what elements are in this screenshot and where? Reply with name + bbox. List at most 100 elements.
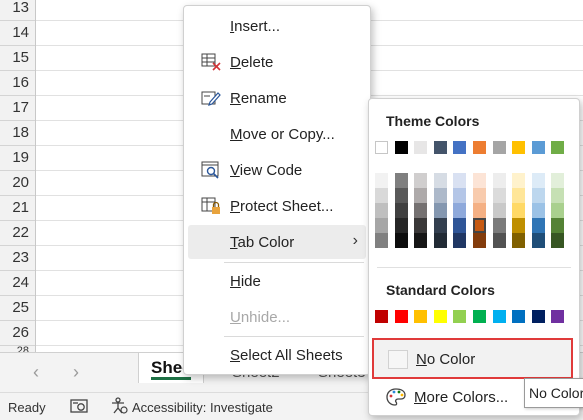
theme-shade-swatch[interactable] [492, 203, 506, 218]
theme-shade-swatch[interactable] [512, 233, 526, 248]
theme-shade-swatch[interactable] [375, 203, 388, 218]
theme-shade-swatch[interactable] [414, 233, 428, 248]
theme-shade-swatch[interactable] [551, 233, 565, 248]
row-header[interactable]: 19 [0, 146, 35, 171]
view-code-icon [201, 161, 221, 179]
row-header[interactable]: 26 [0, 321, 35, 346]
accessibility-status[interactable]: Accessibility: Investigate [132, 400, 273, 415]
theme-shade-swatch[interactable] [551, 203, 565, 218]
menu-item-hide[interactable]: Hide [188, 264, 366, 298]
theme-shade-swatch[interactable] [414, 203, 428, 218]
theme-shade-swatch[interactable] [375, 173, 388, 188]
theme-shade-swatch[interactable] [433, 173, 447, 188]
row-header[interactable]: 13 [0, 0, 35, 21]
theme-shade-swatch[interactable] [492, 188, 506, 203]
no-color-option[interactable]: No Color [372, 338, 573, 379]
theme-shade-swatch[interactable] [453, 188, 467, 203]
theme-shade-swatch[interactable] [433, 233, 447, 248]
theme-shade-swatch[interactable] [414, 173, 428, 188]
theme-shade-swatch[interactable] [531, 188, 545, 203]
theme-shade-swatch[interactable] [375, 233, 388, 248]
row-header[interactable]: 23 [0, 246, 35, 271]
row-header[interactable]: 22 [0, 221, 35, 246]
menu-item-select-all-sheets[interactable]: Select All Sheets [188, 338, 366, 372]
theme-shade-swatch[interactable] [492, 173, 506, 188]
theme-shade-swatch[interactable] [531, 203, 545, 218]
theme-color-swatch[interactable] [492, 141, 506, 154]
theme-shade-swatch[interactable] [531, 173, 545, 188]
theme-shade-swatch[interactable] [453, 233, 467, 248]
theme-shade-swatch[interactable] [531, 218, 545, 233]
theme-shade-swatch[interactable] [433, 188, 447, 203]
standard-color-swatch[interactable] [394, 310, 408, 323]
standard-color-swatch[interactable] [492, 310, 506, 323]
standard-color-swatch[interactable] [453, 310, 467, 323]
row-header[interactable]: 25 [0, 296, 35, 321]
theme-color-swatch[interactable] [473, 141, 486, 154]
theme-shade-swatch[interactable] [394, 203, 408, 218]
theme-shade-swatch[interactable] [433, 203, 447, 218]
theme-color-swatch[interactable] [414, 141, 428, 154]
theme-shade-swatch[interactable] [551, 218, 565, 233]
theme-shade-swatch[interactable] [433, 218, 447, 233]
row-header[interactable]: 18 [0, 121, 35, 146]
theme-shade-swatch[interactable] [414, 188, 428, 203]
standard-color-swatch[interactable] [473, 310, 486, 323]
standard-color-swatch[interactable] [551, 310, 565, 323]
theme-shade-swatch[interactable] [512, 188, 526, 203]
theme-color-swatch[interactable] [453, 141, 467, 154]
theme-shade-swatch[interactable] [512, 218, 526, 233]
theme-color-swatch[interactable] [433, 141, 447, 154]
theme-shade-swatch[interactable] [453, 203, 467, 218]
theme-shade-swatch[interactable] [414, 218, 428, 233]
theme-shade-swatch[interactable] [394, 188, 408, 203]
theme-shade-swatch[interactable] [473, 233, 486, 248]
standard-color-swatch[interactable] [531, 310, 545, 323]
scroll-tabs-left-icon[interactable]: ‹ [26, 361, 46, 383]
standard-color-swatch[interactable] [512, 310, 526, 323]
menu-item-tab-color[interactable]: Tab Color › [188, 225, 366, 259]
menu-item-delete[interactable]: Delete [188, 45, 366, 79]
theme-color-swatch[interactable] [531, 141, 545, 154]
accessibility-icon[interactable] [110, 397, 128, 415]
theme-color-swatch[interactable] [375, 141, 388, 154]
theme-shade-swatch[interactable] [512, 173, 526, 188]
theme-shade-swatch[interactable] [473, 203, 486, 218]
macro-recording-icon[interactable] [70, 398, 88, 414]
standard-color-swatch[interactable] [414, 310, 428, 323]
menu-item-view-code[interactable]: View Code [188, 153, 366, 187]
row-header[interactable]: 14 [0, 21, 35, 46]
theme-shade-swatch[interactable] [473, 173, 486, 188]
theme-shade-swatch[interactable] [394, 173, 408, 188]
theme-shade-swatch[interactable] [394, 218, 408, 233]
theme-color-swatch[interactable] [512, 141, 526, 154]
row-header[interactable]: 16 [0, 71, 35, 96]
row-header[interactable]: 21 [0, 196, 35, 221]
scroll-tabs-right-icon[interactable]: › [66, 361, 86, 383]
theme-shade-swatch[interactable] [512, 203, 526, 218]
row-header[interactable]: 15 [0, 46, 35, 71]
menu-item-move-or-copy[interactable]: Move or Copy... [188, 117, 366, 151]
theme-shade-swatch[interactable] [492, 218, 506, 233]
standard-color-swatch[interactable] [433, 310, 447, 323]
theme-shade-swatch[interactable] [551, 188, 565, 203]
theme-shade-swatch[interactable] [473, 188, 486, 203]
theme-shade-swatch[interactable] [492, 233, 506, 248]
theme-shade-swatch[interactable] [453, 173, 467, 188]
menu-item-protect-sheet[interactable]: Protect Sheet... [188, 189, 366, 223]
theme-shade-swatch[interactable] [473, 218, 486, 233]
row-header[interactable]: 17 [0, 96, 35, 121]
theme-shade-swatch[interactable] [394, 233, 408, 248]
theme-color-swatch[interactable] [551, 141, 565, 154]
theme-shade-swatch[interactable] [375, 218, 388, 233]
row-header[interactable]: 24 [0, 271, 35, 296]
menu-item-rename[interactable]: Rename [188, 81, 366, 115]
theme-shade-swatch[interactable] [531, 233, 545, 248]
menu-item-insert[interactable]: Insert... [188, 9, 366, 43]
theme-shade-swatch[interactable] [375, 188, 388, 203]
theme-color-swatch[interactable] [394, 141, 408, 154]
row-header[interactable]: 20 [0, 171, 35, 196]
theme-shade-swatch[interactable] [453, 218, 467, 233]
theme-shade-swatch[interactable] [551, 173, 565, 188]
standard-color-swatch[interactable] [375, 310, 388, 323]
